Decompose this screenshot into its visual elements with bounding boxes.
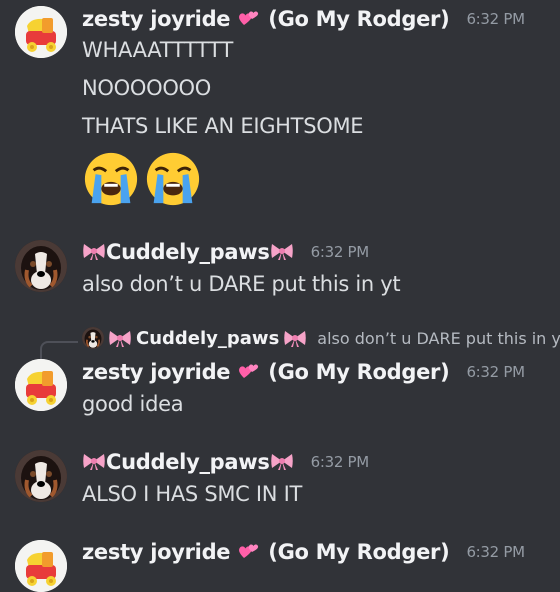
author-line: zesty joyride (Go My Rodger) 6:32 PM <box>82 360 525 384</box>
loudly-crying-face-icon <box>144 150 202 208</box>
reply-author: Cuddely_paws <box>136 327 280 349</box>
author-name[interactable]: zesty joyride <box>82 540 231 564</box>
ribbon-bow-icon <box>270 451 294 471</box>
message-text: good idea <box>82 392 184 416</box>
stroller-avatar-icon <box>15 540 67 592</box>
message-text: ALSO I HAS SMC IN IT <box>82 482 303 506</box>
two-hearts-icon <box>237 8 261 28</box>
stroller-avatar-icon <box>15 6 67 58</box>
author-line: Cuddely_paws 6:32 PM <box>82 240 369 264</box>
avatar-zesty[interactable] <box>15 6 67 58</box>
dog-avatar-icon <box>15 450 67 502</box>
ribbon-bow-icon <box>82 241 106 261</box>
timestamp: 6:32 PM <box>310 453 370 471</box>
avatar-paws[interactable] <box>15 240 67 292</box>
avatar-zesty[interactable] <box>15 359 67 411</box>
author-line: zesty joyride (Go My Rodger) 6:32 PM <box>82 540 525 564</box>
author-name[interactable]: Cuddely_paws <box>106 240 270 264</box>
timestamp: 6:32 PM <box>466 543 525 561</box>
emoji-row <box>82 150 202 208</box>
author-suffix[interactable]: (Go My Rodger) <box>268 7 449 31</box>
timestamp: 6:32 PM <box>466 10 525 28</box>
reply-connector <box>40 341 78 359</box>
two-hearts-icon <box>237 361 261 381</box>
author-suffix[interactable]: (Go My Rodger) <box>268 540 449 564</box>
message-text: WHAAATTTTTT <box>82 38 234 62</box>
reply-text: also don’t u DARE put this in yt <box>317 328 560 348</box>
stroller-avatar-icon <box>15 359 67 411</box>
author-name[interactable]: zesty joyride <box>82 7 231 31</box>
reply-avatar <box>82 327 104 349</box>
timestamp: 6:32 PM <box>466 363 525 381</box>
dog-avatar-icon <box>82 327 104 349</box>
ribbon-bow-icon <box>82 451 106 471</box>
two-hearts-icon <box>237 541 261 561</box>
ribbon-bow-icon <box>108 328 132 348</box>
message-text: NOOOOOOO <box>82 76 212 100</box>
author-name[interactable]: zesty joyride <box>82 360 231 384</box>
ribbon-bow-icon <box>283 328 307 348</box>
ribbon-bow-icon <box>270 241 294 261</box>
author-suffix[interactable]: (Go My Rodger) <box>268 360 449 384</box>
loudly-crying-face-icon <box>82 150 140 208</box>
avatar-paws[interactable] <box>15 450 67 502</box>
author-line: zesty joyride (Go My Rodger) 6:32 PM <box>82 7 525 31</box>
reply-preview[interactable]: Cuddely_paws also don’t u DARE put this … <box>82 327 560 349</box>
timestamp: 6:32 PM <box>310 243 370 261</box>
avatar-zesty[interactable] <box>15 540 67 592</box>
message-text: THATS LIKE AN EIGHTSOME <box>82 114 364 138</box>
dog-avatar-icon <box>15 240 67 292</box>
author-name[interactable]: Cuddely_paws <box>106 450 270 474</box>
author-line: Cuddely_paws 6:32 PM <box>82 450 369 474</box>
message-text: also don’t u DARE put this in yt <box>82 272 401 296</box>
